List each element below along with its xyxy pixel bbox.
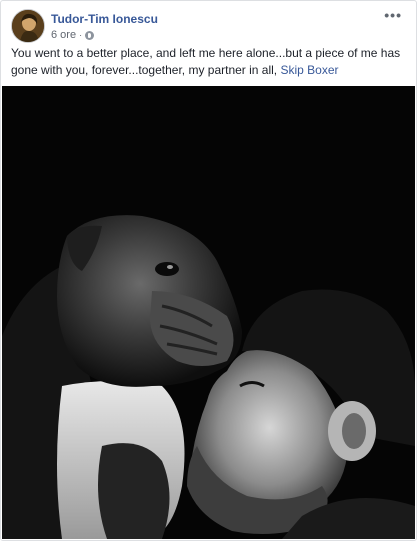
- globe-icon[interactable]: [85, 30, 95, 40]
- post-body-text: You went to a better place, and left me …: [11, 46, 401, 77]
- photo-dog-and-man: [2, 86, 415, 539]
- avatar-photo: [12, 10, 44, 42]
- more-options-icon[interactable]: •••: [384, 8, 402, 22]
- tagged-person-link[interactable]: Skip Boxer: [280, 63, 338, 77]
- post-header: Tudor-Tim Ionescu 6 ore · •••: [11, 8, 406, 43]
- post-meta: 6 ore ·: [51, 29, 95, 41]
- post-photo[interactable]: [2, 86, 415, 539]
- meta-separator: ·: [79, 30, 83, 40]
- post-card: Tudor-Tim Ionescu 6 ore · ••• You went t…: [0, 0, 417, 541]
- post-text: You went to a better place, and left me …: [11, 45, 406, 79]
- post-timestamp[interactable]: 6 ore: [51, 29, 76, 41]
- author-name-link[interactable]: Tudor-Tim Ionescu: [51, 12, 158, 26]
- author-avatar[interactable]: [11, 9, 45, 43]
